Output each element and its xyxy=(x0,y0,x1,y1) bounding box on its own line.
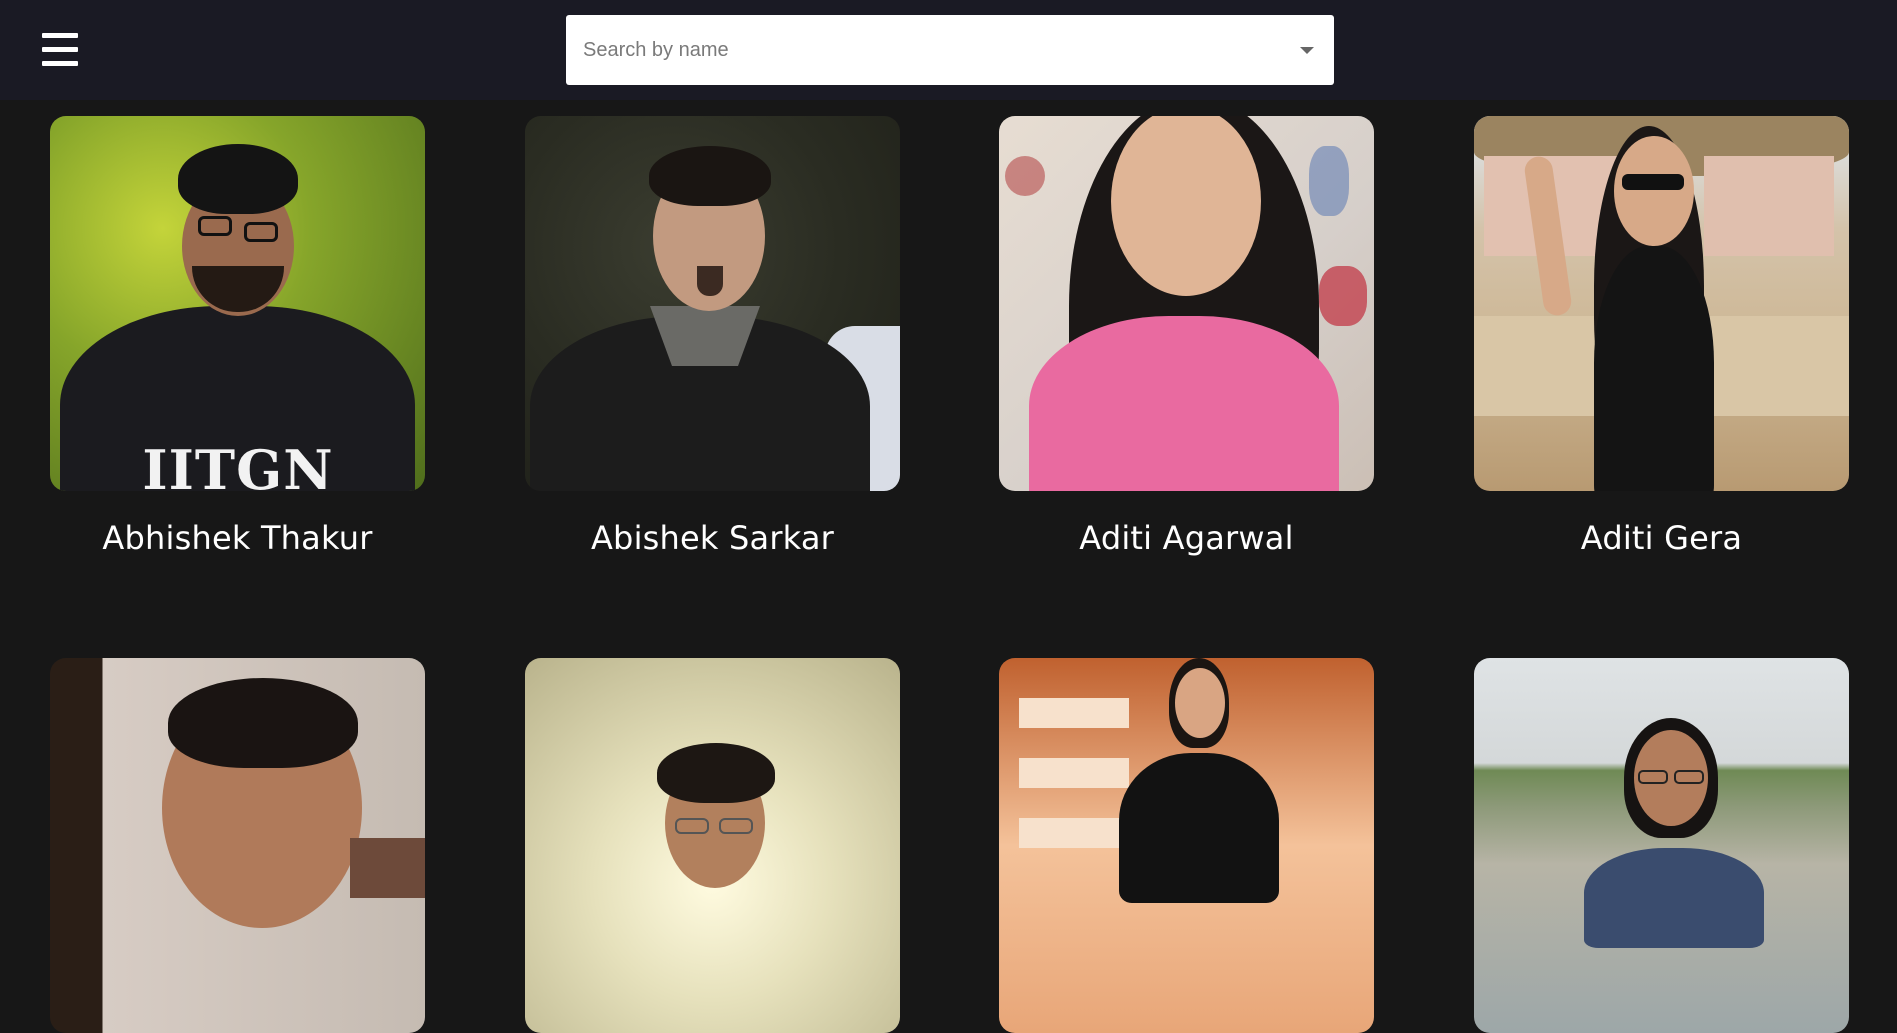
person-name[interactable]: Aditi Gera xyxy=(1474,519,1849,557)
person-card[interactable]: Aditi Agarwal xyxy=(999,116,1374,557)
person-name[interactable]: Abishek Sarkar xyxy=(525,519,900,557)
person-card[interactable]: Abishek Sarkar xyxy=(525,116,900,557)
person-card[interactable] xyxy=(999,658,1374,1033)
shirt-text: IITGN xyxy=(142,438,334,491)
person-card[interactable]: Aditi Gera xyxy=(1474,116,1849,557)
person-name[interactable]: Abhishek Thakur xyxy=(50,519,425,557)
person-photo[interactable] xyxy=(50,658,425,1033)
person-photo[interactable]: IITGN xyxy=(50,116,425,491)
person-card[interactable]: IITGN Abhishek Thakur xyxy=(50,116,425,557)
person-photo[interactable] xyxy=(1474,116,1849,491)
person-card[interactable] xyxy=(50,658,425,1033)
person-card[interactable] xyxy=(1474,658,1849,1033)
people-grid: IITGN Abhishek Thakur Abishek Sarkar Adi… xyxy=(0,0,1897,1033)
person-photo[interactable] xyxy=(1474,658,1849,1033)
person-card[interactable] xyxy=(525,658,900,1033)
person-photo[interactable] xyxy=(999,116,1374,491)
person-photo[interactable] xyxy=(999,658,1374,1033)
person-photo[interactable] xyxy=(525,116,900,491)
person-photo[interactable] xyxy=(525,658,900,1033)
person-name[interactable]: Aditi Agarwal xyxy=(999,519,1374,557)
